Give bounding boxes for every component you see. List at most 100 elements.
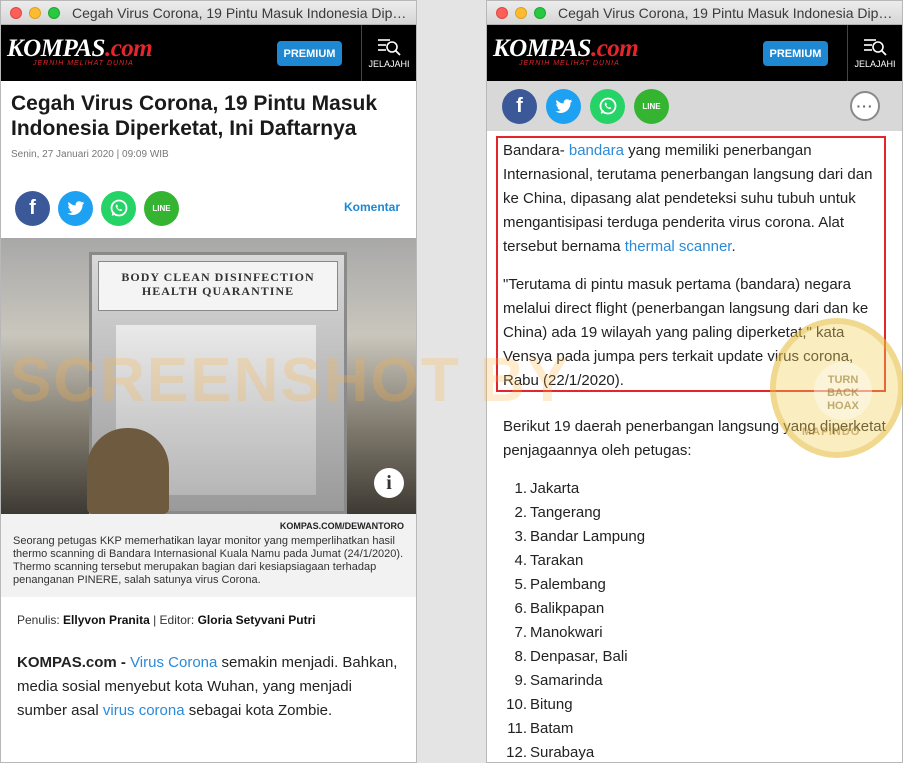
- line-icon: LINE: [152, 203, 171, 213]
- close-window-button[interactable]: [10, 6, 22, 19]
- list-item-number: 8.: [514, 648, 527, 665]
- traffic-lights: [496, 6, 546, 19]
- list-item-number: 10.: [506, 696, 527, 713]
- whatsapp-share-button[interactable]: [590, 88, 625, 124]
- list-item: 1. Jakarta: [503, 477, 902, 501]
- kompas-logo[interactable]: KOMPAS.com JERNIH MELIHAT DUNIA: [493, 35, 639, 67]
- list-item-number: 9.: [514, 672, 527, 689]
- zoom-window-button[interactable]: [534, 6, 546, 19]
- facebook-share-button[interactable]: f: [15, 190, 50, 226]
- share-row: f LINE Komentar: [1, 190, 416, 226]
- whatsapp-share-button[interactable]: [101, 190, 136, 226]
- minimize-window-button[interactable]: [515, 6, 527, 19]
- badge-text: MAFINDO: [802, 426, 861, 438]
- list-item-label: Samarinda: [530, 672, 603, 689]
- list-item-label: Tangerang: [530, 504, 601, 521]
- logo-text: KOMPAS.com: [7, 35, 153, 62]
- lead-text-2: sebagai kota Zombie.: [184, 702, 333, 719]
- logo-dotcom: .com: [590, 35, 639, 62]
- info-icon[interactable]: i: [374, 468, 404, 498]
- list-item-label: Jakarta: [530, 480, 580, 497]
- list-item: 9. Samarinda: [503, 669, 902, 693]
- list-item-number: 3.: [514, 528, 527, 545]
- whatsapp-icon: [109, 198, 129, 218]
- premium-button[interactable]: PREMIUM: [277, 41, 342, 66]
- virus-corona-link[interactable]: Virus Corona: [130, 654, 217, 671]
- photo-credit: KOMPAS.COM/DEWANTORO: [1, 514, 416, 531]
- chat-bubble-icon[interactable]: ···: [850, 91, 880, 121]
- search-menu-icon: [377, 37, 401, 57]
- list-item-label: Surabaya: [530, 744, 595, 761]
- line-share-button[interactable]: LINE: [634, 88, 669, 124]
- site-header: KOMPAS.com JERNIH MELIHAT DUNIA PREMIUM …: [1, 25, 416, 81]
- explore-label: JELAJAHI: [854, 59, 896, 69]
- virus-corona-link-2[interactable]: virus corona: [103, 702, 185, 719]
- list-item: 7. Manokwari: [503, 621, 902, 645]
- twitter-share-button[interactable]: [58, 190, 93, 226]
- whatsapp-icon: [598, 96, 618, 116]
- list-item-label: Manokwari: [530, 624, 603, 641]
- list-item-label: Bandar Lampung: [530, 528, 646, 545]
- badge-emblem: TURN BACK HOAX: [814, 362, 872, 420]
- booth-sign: BODY CLEAN DISINFECTION HEALTH QUARANTIN…: [98, 261, 338, 311]
- browser-window-left: Cegah Virus Corona, 19 Pintu Masuk Indon…: [0, 0, 417, 763]
- window-title: Cegah Virus Corona, 19 Pintu Masuk Indon…: [558, 4, 898, 21]
- zoom-window-button[interactable]: [48, 6, 60, 19]
- twitter-icon: [66, 200, 85, 216]
- komentar-link[interactable]: Komentar: [344, 200, 400, 214]
- twitter-share-button[interactable]: [546, 88, 581, 124]
- logo-dotcom: .com: [104, 35, 153, 62]
- window-titlebar: Cegah Virus Corona, 19 Pintu Masuk Indon…: [1, 1, 416, 25]
- minimize-window-button[interactable]: [29, 6, 41, 19]
- list-item-label: Palembang: [530, 576, 606, 593]
- facebook-share-button[interactable]: f: [502, 88, 537, 124]
- officer-figure: [87, 428, 169, 514]
- logo-text: KOMPAS.com: [493, 35, 639, 62]
- list-item-label: Tarakan: [530, 552, 584, 569]
- site-header: KOMPAS.com JERNIH MELIHAT DUNIA PREMIUM …: [487, 25, 902, 81]
- facebook-icon: f: [516, 94, 523, 117]
- explore-menu-button[interactable]: JELAJAHI: [847, 25, 902, 81]
- list-item-number: 2.: [514, 504, 527, 521]
- regions-list: 1. Jakarta 2. Tangerang 3. Bandar Lampung 4. Ta…: [487, 477, 902, 762]
- close-window-button[interactable]: [496, 6, 508, 19]
- search-menu-icon: [863, 37, 887, 57]
- list-item-number: 6.: [514, 600, 527, 617]
- list-item: 12. Surabaya: [503, 741, 902, 762]
- list-item: 3. Bandar Lampung: [503, 525, 902, 549]
- list-item-label: Balikpapan: [530, 600, 605, 617]
- booth-sign-line2: HEALTH QUARANTINE: [141, 284, 295, 298]
- list-item: 10. Bitung: [503, 693, 902, 717]
- list-item: 6. Balikpapan: [503, 597, 902, 621]
- explore-menu-button[interactable]: JELAJAHI: [361, 25, 416, 81]
- list-item-number: 5.: [514, 576, 527, 593]
- twitter-icon: [554, 98, 573, 114]
- list-item-label: Denpasar, Bali: [530, 648, 628, 665]
- list-item-number: 11.: [507, 720, 527, 737]
- sticky-share-bar: f LINE ···: [487, 81, 902, 131]
- article-date: Senin, 27 Januari 2020 | 09:09 WIB: [11, 149, 169, 160]
- author-line: Penulis: Ellyvon Pranita | Editor: Glori…: [1, 597, 416, 627]
- line-share-button[interactable]: LINE: [144, 190, 179, 226]
- list-item-number: 12.: [506, 744, 527, 761]
- article-photo: BODY CLEAN DISINFECTION HEALTH QUARANTIN…: [1, 238, 416, 514]
- penulis-label: Penulis:: [17, 613, 60, 627]
- lead-paragraph: KOMPAS.com - Virus Corona semakin menjad…: [1, 627, 416, 723]
- line-icon: LINE: [642, 101, 661, 111]
- penulis-name[interactable]: Ellyvon Pranita: [63, 613, 150, 627]
- list-item-number: 4.: [514, 552, 527, 569]
- turnbackhoax-badge: TURN BACK HOAX MAFINDO: [770, 318, 903, 458]
- list-item-label: Batam: [530, 720, 574, 737]
- editor-name[interactable]: Gloria Setyvani Putri: [198, 613, 316, 627]
- list-item: 2. Tangerang: [503, 501, 902, 525]
- list-item: 8. Denpasar, Bali: [503, 645, 902, 669]
- list-item: 4. Tarakan: [503, 549, 902, 573]
- list-item-number: 7.: [514, 624, 527, 641]
- list-item-number: 1.: [514, 480, 527, 497]
- window-titlebar: Cegah Virus Corona, 19 Pintu Masuk Indon…: [487, 1, 902, 25]
- window-title: Cegah Virus Corona, 19 Pintu Masuk Indon…: [72, 4, 412, 21]
- traffic-lights: [10, 6, 60, 19]
- kompas-logo[interactable]: KOMPAS.com JERNIH MELIHAT DUNIA: [7, 35, 153, 67]
- premium-button[interactable]: PREMIUM: [763, 41, 828, 66]
- list-item: 5. Palembang: [503, 573, 902, 597]
